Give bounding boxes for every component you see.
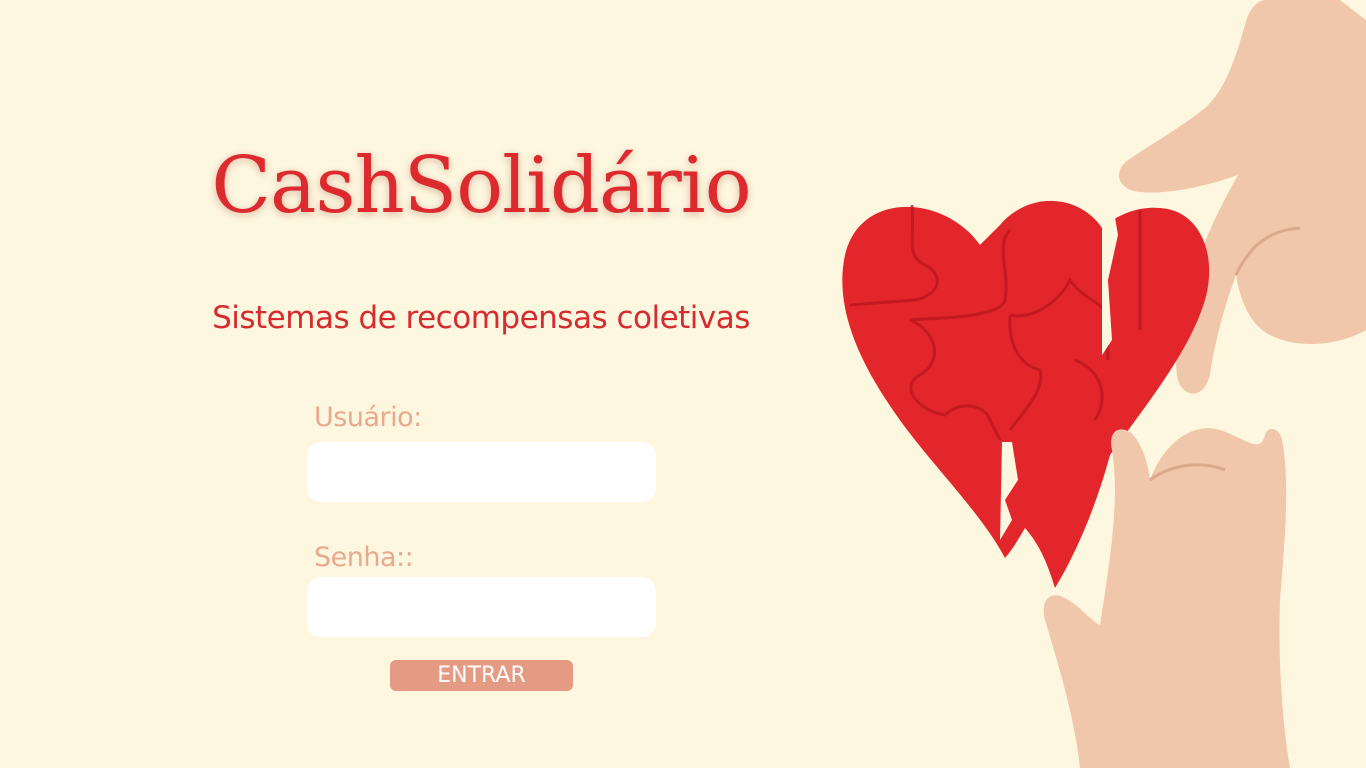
username-label: Usuário:: [314, 402, 422, 433]
app-subtitle: Sistemas de recompensas coletivas: [212, 300, 750, 336]
app-title: CashSolidário: [211, 141, 751, 231]
password-label: Senha::: [314, 542, 414, 573]
enter-button[interactable]: ENTRAR: [390, 660, 573, 691]
heart-puzzle-hands-icon: [842, 0, 1366, 768]
username-input[interactable]: [307, 442, 656, 502]
password-input[interactable]: [307, 577, 656, 637]
